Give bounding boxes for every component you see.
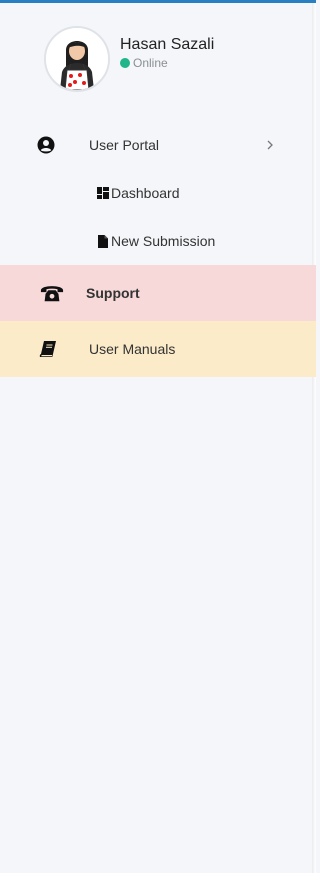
sidebar-item-new-submission[interactable]: New Submission	[0, 217, 316, 265]
user-circle-icon	[34, 133, 58, 157]
sidebar: Hasan Sazali Online User Portal Dashboar…	[0, 0, 316, 873]
user-panel: Hasan Sazali Online	[44, 24, 214, 94]
status-online-dot-icon	[120, 57, 130, 68]
user-status: Online	[120, 56, 214, 70]
sidebar-item-label: User Manuals	[89, 341, 176, 357]
sidebar-item-label: User Portal	[89, 137, 160, 153]
sidebar-item-dashboard[interactable]: Dashboard	[0, 169, 316, 217]
sidebar-item-user-portal[interactable]: User Portal	[0, 121, 316, 169]
phone-icon	[40, 281, 64, 305]
dashboard-grid-icon	[97, 186, 109, 200]
sidebar-menu: User Portal Dashboard New Submission Sup…	[0, 121, 316, 377]
sidebar-item-user-manuals[interactable]: User Manuals	[0, 321, 316, 377]
user-name: Hasan Sazali	[120, 35, 215, 53]
user-info: Hasan Sazali Online	[120, 35, 214, 70]
chevron-right-icon[interactable]	[264, 138, 276, 152]
user-status-label: Online	[133, 55, 168, 70]
sidebar-item-label: New Submission	[111, 233, 216, 249]
sidebar-item-label: Dashboard	[111, 185, 180, 201]
sidebar-item-label: Support	[86, 285, 140, 301]
sidebar-item-support[interactable]: Support	[0, 265, 316, 321]
avatar[interactable]	[44, 26, 110, 92]
file-icon	[97, 234, 109, 248]
avatar-image	[46, 28, 108, 90]
book-icon	[36, 337, 60, 361]
